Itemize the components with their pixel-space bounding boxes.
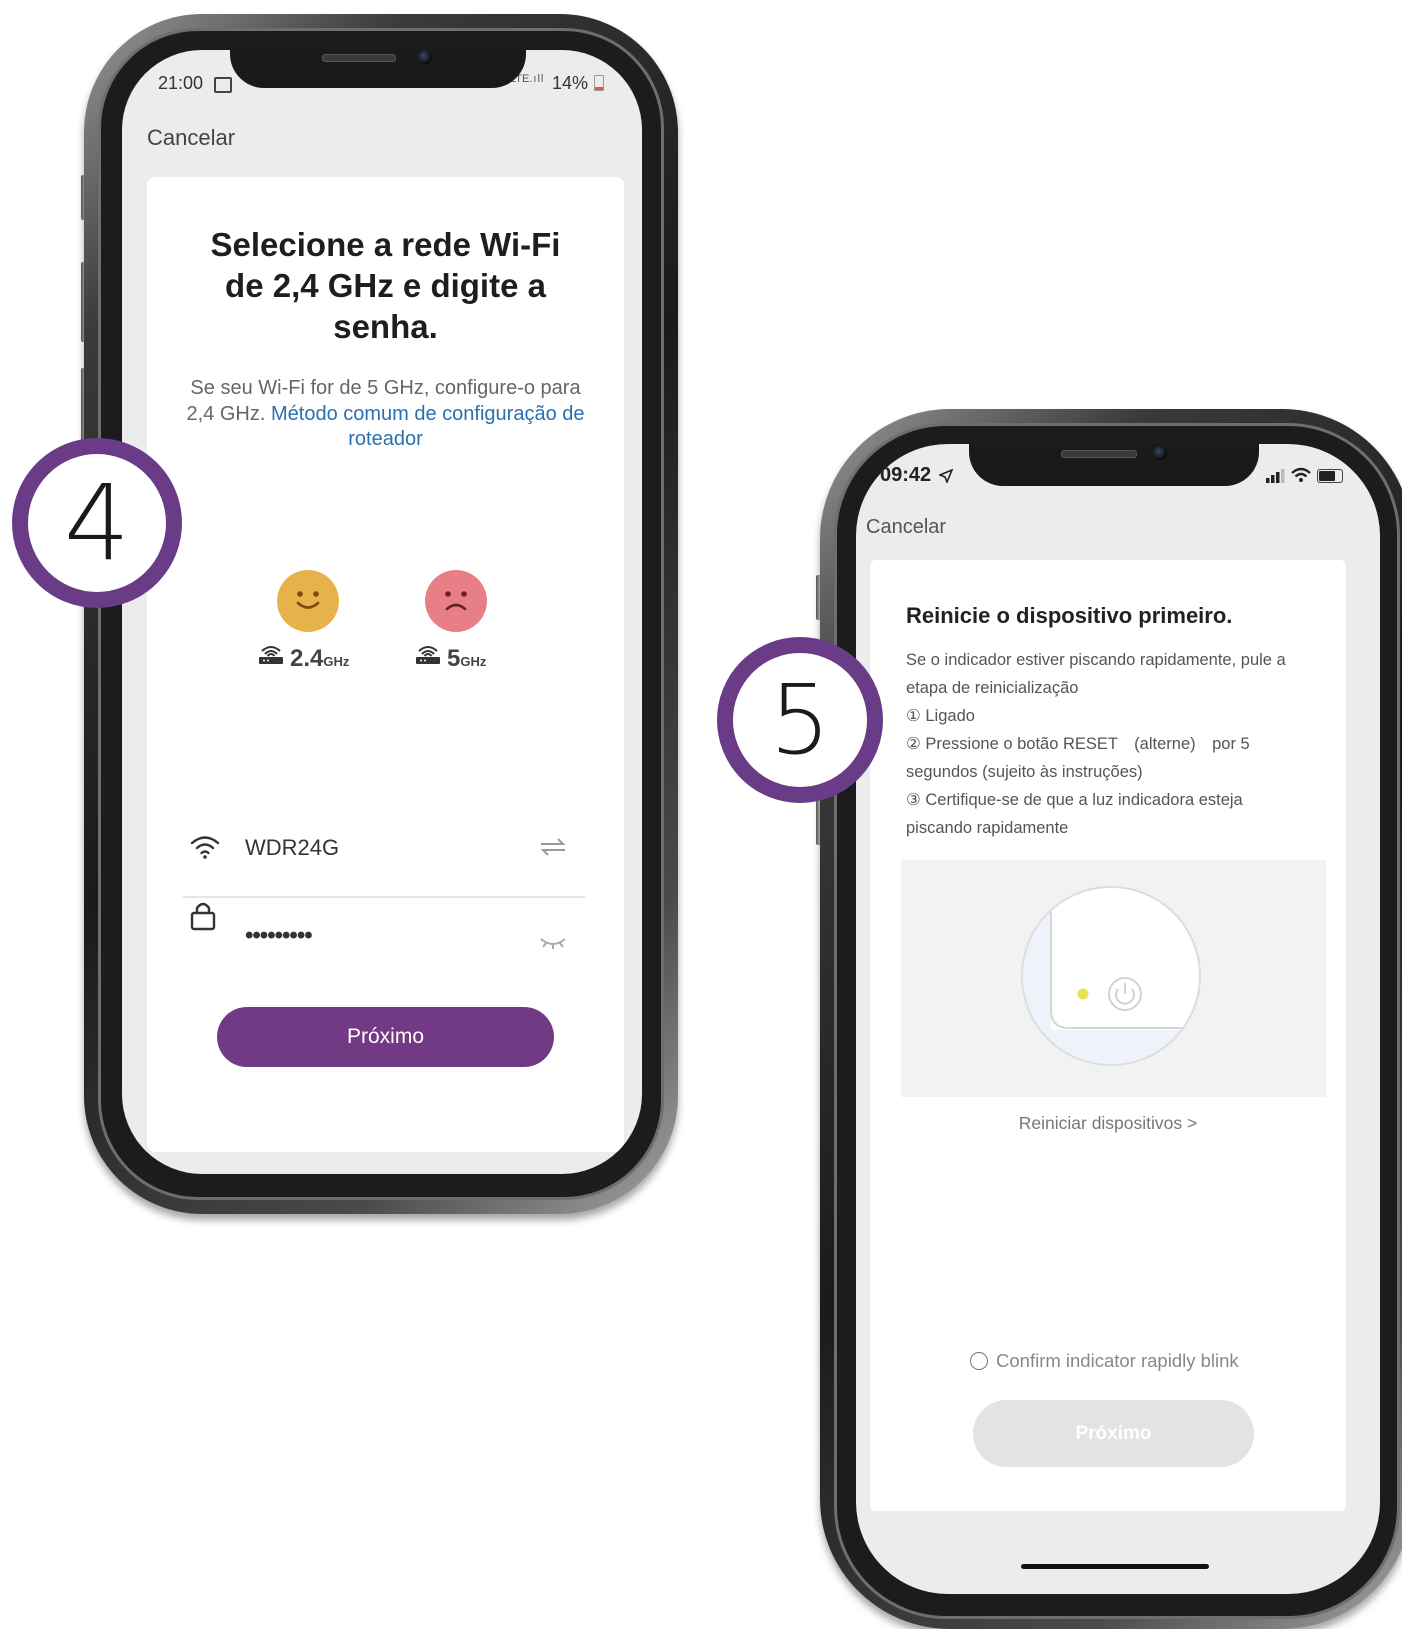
sad-face-icon — [425, 570, 487, 632]
radio-button[interactable] — [970, 1352, 988, 1370]
band-5ghz-label: 5 GHz — [415, 644, 486, 673]
notch — [230, 50, 526, 88]
phone-ios-screen: 09:42 Cancelar Reinicie o dispositivo pr… — [856, 444, 1380, 1594]
instructions: Se o indicador estiver piscando rapidame… — [906, 646, 1306, 842]
battery-icon — [1317, 469, 1343, 483]
speaker-icon — [1061, 450, 1137, 458]
eye-closed-icon[interactable] — [539, 935, 567, 951]
status-time: 09:42 — [880, 464, 932, 486]
step-5-number: 5 — [769, 664, 831, 776]
band-5-value: 5 — [447, 645, 461, 672]
instruction-line: ③ Certifique-se de que a luz indicadora … — [906, 791, 1243, 809]
home-indicator — [1021, 1564, 1209, 1569]
reset-devices-link[interactable]: Reiniciar dispositivos > — [870, 1113, 1346, 1134]
lock-icon — [190, 902, 216, 931]
band-24ghz-label: 2.4 GHz — [258, 644, 349, 673]
ssid-field[interactable]: WDR24G — [245, 835, 339, 861]
step-4-number: 4 — [63, 462, 131, 584]
battery-icon — [594, 75, 604, 91]
instruction-line: etapa de reinicialização — [906, 679, 1079, 697]
next-button-disabled[interactable]: Próximo — [973, 1400, 1254, 1467]
camera-icon — [418, 50, 432, 64]
router-icon — [416, 646, 440, 664]
wifi-icon — [190, 836, 220, 859]
instruction-line: segundos (sujeito às instruções) — [906, 763, 1143, 781]
cellular-signal-icon — [1266, 469, 1285, 483]
instruction-line: ① Ligado — [906, 707, 975, 725]
speaker-icon — [322, 54, 396, 62]
band-24-unit: GHz — [323, 654, 350, 669]
subtitle: Se seu Wi-Fi for de 5 GHz, configure-o p… — [147, 376, 624, 453]
notch — [969, 444, 1259, 486]
happy-face-icon — [277, 570, 339, 632]
router-config-link[interactable]: Método comum de configuração de roteador — [271, 403, 585, 451]
page-title: Reinicie o dispositivo primeiro. — [906, 603, 1233, 628]
wifi-setup-card: Selecione a rede Wi-Fi de 2,4 GHz e digi… — [147, 177, 624, 1152]
gallery-icon — [214, 77, 232, 93]
step-5-badge: 5 — [717, 637, 883, 803]
status-battery: 14% — [552, 73, 589, 93]
device-illustration — [901, 860, 1326, 1097]
switch-network-icon[interactable] — [539, 837, 567, 857]
confirm-blink-option[interactable]: Confirm indicator rapidly blink — [970, 1350, 1239, 1372]
reset-instructions-card: Reinicie o dispositivo primeiro. Se o in… — [870, 560, 1346, 1511]
band-24-value: 2.4 — [290, 645, 324, 672]
instruction-line: Se o indicador estiver piscando rapidame… — [906, 651, 1286, 669]
phone-android-screen: 21:00 LTE.ıll 14% Cancelar Selecione a r… — [122, 50, 642, 1174]
field-divider — [183, 896, 585, 898]
location-arrow-icon — [939, 469, 953, 483]
cancel-button[interactable]: Cancelar — [866, 516, 946, 539]
step-4-badge: 4 — [12, 438, 182, 608]
password-field[interactable]: ••••••••• — [245, 922, 313, 950]
band-5-unit: GHz — [460, 654, 487, 669]
cancel-button[interactable]: Cancelar — [147, 125, 235, 151]
router-icon — [259, 646, 283, 664]
next-button[interactable]: Próximo — [217, 1007, 554, 1067]
instruction-line: ② Pressione o botão RESET (alterne) por … — [906, 735, 1250, 753]
camera-icon — [1153, 446, 1167, 460]
wifi-status-icon — [1291, 467, 1311, 482]
indicator-led — [1077, 988, 1089, 1000]
status-time: 21:00 — [158, 73, 204, 93]
page-title: Selecione a rede Wi-Fi de 2,4 GHz e digi… — [210, 226, 561, 345]
instruction-line: piscando rapidamente — [906, 819, 1069, 837]
confirm-label: Confirm indicator rapidly blink — [996, 1350, 1239, 1371]
